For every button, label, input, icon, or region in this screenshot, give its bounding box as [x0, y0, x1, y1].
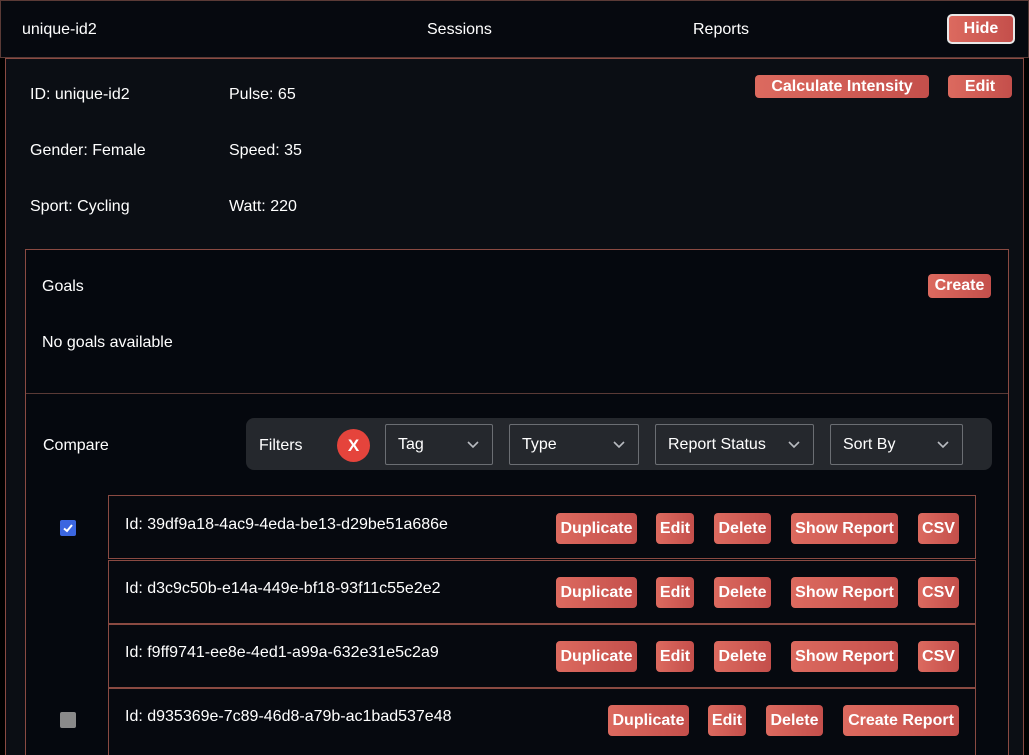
session-id: Id: d935369e-7c89-46d8-a79b-ac1bad537e48 [125, 708, 452, 725]
hide-button[interactable]: Hide [947, 14, 1015, 44]
report-status-select-value: Report Status [668, 435, 766, 453]
csv-button[interactable]: CSV [918, 577, 959, 608]
calculate-intensity-button[interactable]: Calculate Intensity [755, 75, 929, 98]
athlete-pulse: Pulse: 65 [229, 86, 296, 103]
chevron-down-icon [937, 441, 949, 449]
duplicate-button[interactable]: Duplicate [608, 705, 689, 736]
tag-select-value: Tag [398, 435, 424, 453]
athlete-id: ID: unique-id2 [30, 86, 130, 103]
section-divider [26, 393, 1008, 394]
compare-label: Compare [43, 437, 109, 454]
chevron-down-icon [467, 441, 479, 449]
session-id: Id: d3c9c50b-e14a-449e-bf18-93f11c55e2e2 [125, 580, 441, 597]
delete-button[interactable]: Delete [714, 641, 771, 672]
csv-button[interactable]: CSV [918, 641, 959, 672]
compare-checkbox[interactable] [60, 712, 76, 728]
duplicate-button[interactable]: Duplicate [556, 513, 637, 544]
delete-button[interactable]: Delete [714, 577, 771, 608]
duplicate-button[interactable]: Duplicate [556, 577, 637, 608]
athlete-sport: Sport: Cycling [30, 198, 130, 215]
session-id: Id: 39df9a18-4ac9-4eda-be13-d29be51a686e [125, 516, 448, 533]
app-title: unique-id2 [22, 21, 97, 38]
check-icon [63, 524, 73, 533]
goals-title: Goals [42, 278, 84, 295]
clear-filters-button[interactable]: X [337, 429, 370, 462]
report-status-select[interactable]: Report Status [655, 424, 814, 465]
sort-by-select[interactable]: Sort By [830, 424, 963, 465]
edit-button[interactable]: Edit [656, 641, 694, 672]
no-goals-text: No goals available [42, 334, 173, 351]
sort-by-select-value: Sort By [843, 435, 896, 453]
csv-button[interactable]: CSV [918, 513, 959, 544]
compare-checkbox-checked[interactable] [60, 520, 76, 536]
athlete-watt: Watt: 220 [229, 198, 297, 215]
tag-select[interactable]: Tag [385, 424, 493, 465]
athlete-speed: Speed: 35 [229, 142, 302, 159]
edit-button[interactable]: Edit [656, 513, 694, 544]
show-report-button[interactable]: Show Report [791, 641, 898, 672]
create-report-button[interactable]: Create Report [843, 705, 959, 736]
filters-label: Filters [259, 437, 303, 454]
chevron-down-icon [613, 441, 625, 449]
chevron-down-icon [788, 441, 800, 449]
edit-button[interactable]: Edit [708, 705, 746, 736]
delete-button[interactable]: Delete [714, 513, 771, 544]
session-id: Id: f9ff9741-ee8e-4ed1-a99a-632e31e5c2a9 [125, 644, 439, 661]
show-report-button[interactable]: Show Report [791, 513, 898, 544]
type-select-value: Type [522, 435, 557, 453]
edit-button[interactable]: Edit [656, 577, 694, 608]
athlete-gender: Gender: Female [30, 142, 146, 159]
nav-reports[interactable]: Reports [693, 21, 749, 39]
create-goal-button[interactable]: Create [928, 274, 991, 298]
type-select[interactable]: Type [509, 424, 639, 465]
duplicate-button[interactable]: Duplicate [556, 641, 637, 672]
edit-athlete-button[interactable]: Edit [948, 75, 1012, 98]
show-report-button[interactable]: Show Report [791, 577, 898, 608]
nav-sessions[interactable]: Sessions [427, 21, 492, 39]
top-bar: unique-id2 Sessions Reports [0, 0, 1029, 58]
delete-button[interactable]: Delete [766, 705, 823, 736]
